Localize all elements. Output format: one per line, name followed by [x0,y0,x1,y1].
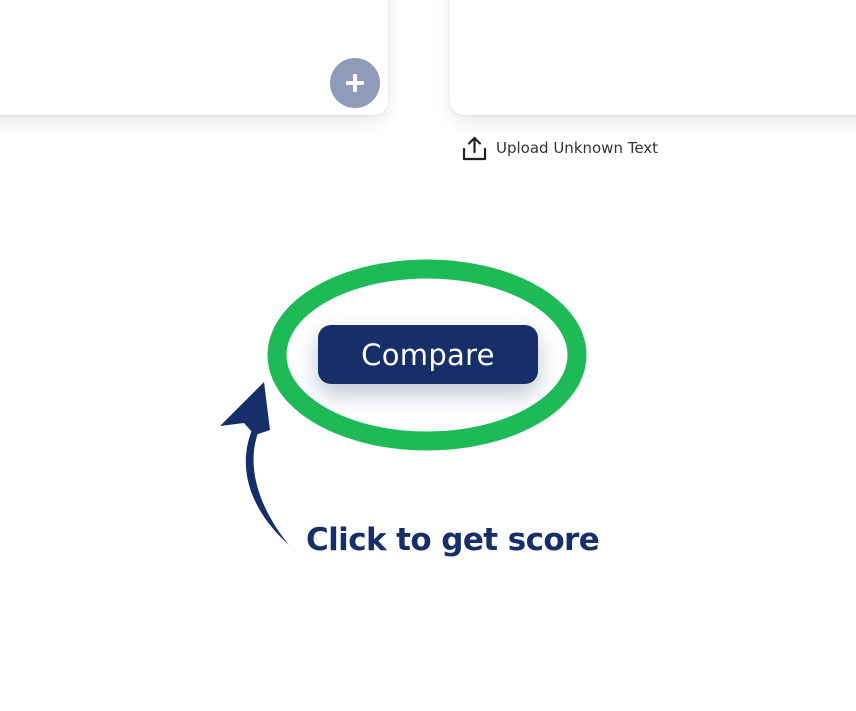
upload-icon [462,136,487,160]
page: Upload Unknown Text Compare Click to get… [0,0,856,711]
upload-label: Upload Unknown Text [496,139,659,157]
unknown-text-panel[interactable] [450,0,856,115]
compare-button[interactable]: Compare [318,325,538,384]
known-text-panel[interactable] [0,0,388,115]
hint-text: Click to get score [306,522,600,558]
add-text-button[interactable] [330,58,380,108]
plus-icon [346,74,364,92]
curved-arrow-icon [220,382,289,545]
upload-unknown-text-link[interactable]: Upload Unknown Text [461,134,658,162]
